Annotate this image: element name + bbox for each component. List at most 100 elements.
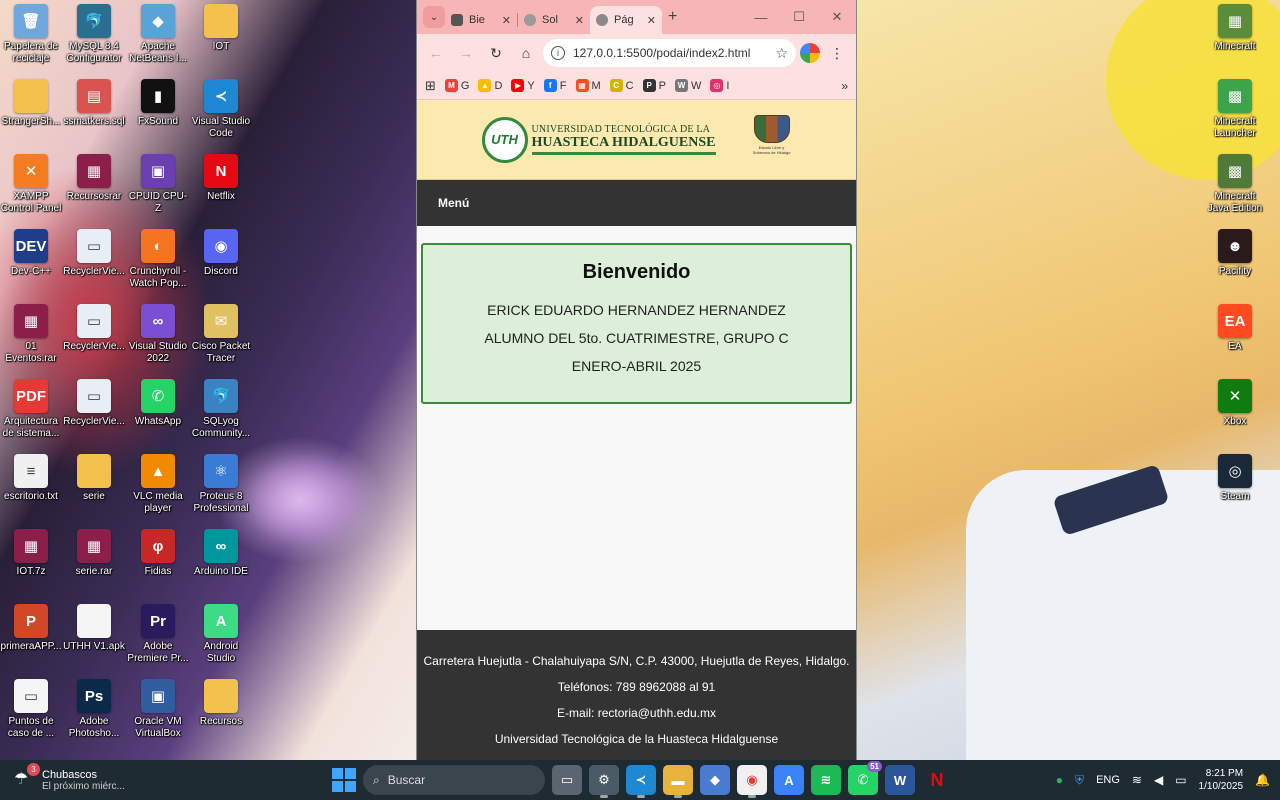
bookmarks-overflow-icon[interactable]: » <box>841 79 848 93</box>
desktop-shortcut[interactable]: PDF Arquitectura de sistema... <box>0 379 62 440</box>
desktop-shortcut[interactable]: ✕ Xbox <box>1204 379 1266 428</box>
desktop-shortcut[interactable]: ▦ IOT.7z <box>0 529 62 578</box>
tab-close-icon[interactable]: ✕ <box>575 14 584 27</box>
desktop-shortcut[interactable]: ▣ Oracle VM VirtualBox <box>127 679 189 740</box>
desktop-shortcut[interactable]: ▭ RecyclerVie... <box>63 304 125 353</box>
bookmark-item[interactable]: ▶ Y <box>511 79 535 92</box>
desktop-shortcut[interactable]: serie <box>63 454 125 503</box>
desktop-shortcut[interactable]: ▦ 01 Eventos.rar <box>0 304 62 365</box>
desktop-shortcut[interactable]: N Netflix <box>190 154 252 203</box>
desktop-shortcut[interactable]: UTHH V1.apk <box>63 604 125 653</box>
tab-2[interactable]: Sol ✕ <box>518 6 590 34</box>
bookmark-item[interactable]: ◎ I <box>710 79 729 92</box>
desktop-shortcut[interactable]: ∞ Visual Studio 2022 <box>127 304 189 365</box>
browser-menu-button[interactable]: ⋮ <box>824 40 850 66</box>
desktop-shortcut[interactable]: ✉ Cisco Packet Tracer <box>190 304 252 365</box>
weather-widget[interactable]: ☂ 3 Chubascos El próximo miérc... <box>14 763 125 792</box>
language-indicator[interactable]: ENG <box>1096 774 1120 786</box>
site-info-icon[interactable]: i <box>551 46 565 60</box>
desktop-shortcut[interactable]: ▩ Minecraft Java Edition <box>1204 154 1266 215</box>
desktop-shortcut[interactable]: ◉ Discord <box>190 229 252 278</box>
taskbar-search[interactable]: ⌕ Buscar <box>363 765 545 795</box>
forward-button[interactable]: → <box>453 40 479 66</box>
tab-close-icon[interactable]: ✕ <box>502 14 511 27</box>
volume-icon[interactable]: ◀ <box>1154 773 1163 787</box>
back-button[interactable]: ← <box>423 40 449 66</box>
bookmark-item[interactable]: CC <box>609 79 634 92</box>
spotify-tray-icon[interactable]: ● <box>1056 773 1063 787</box>
notification-bell-icon[interactable]: 🔔 <box>1255 773 1270 787</box>
desktop-shortcut[interactable]: A Android Studio <box>190 604 252 665</box>
bookmark-item[interactable]: fF <box>543 79 567 92</box>
desktop-shortcut[interactable]: PprimeraAPP... <box>0 604 62 653</box>
desktop-shortcut[interactable]: ≺ Visual Studio Code <box>190 79 252 140</box>
tab-close-icon[interactable]: ✕ <box>647 14 656 27</box>
clock[interactable]: 8:21 PM 1/10/2025 <box>1199 767 1244 793</box>
tab-search-button[interactable]: ⌄ <box>423 6 445 28</box>
desktop-shortcut[interactable]: ▮ FxSound <box>127 79 189 128</box>
desktop-shortcut[interactable]: StrangerSh... <box>0 79 62 128</box>
desktop-shortcut[interactable]: 🐬 MySQL 8.4 Configurator <box>63 4 125 65</box>
desktop-shortcut[interactable]: EA EA <box>1204 304 1266 353</box>
chrome-icon[interactable]: ◉ <box>737 765 767 798</box>
bookmark-item[interactable]: ▲ D <box>478 79 502 92</box>
virtualbox-taskbar-icon[interactable]: ◆ <box>700 765 730 795</box>
desktop-shortcut[interactable]: IOT <box>190 4 252 53</box>
tab-3-active[interactable]: Pág ✕ <box>590 6 662 34</box>
desktop-shortcut[interactable]: Recursos <box>190 679 252 728</box>
apps-grid-icon[interactable]: ⊞ <box>425 78 436 94</box>
address-bar[interactable]: i 127.0.0.1:5500/podai/index2.html ☆ <box>543 39 796 67</box>
desktop-shortcut[interactable]: ≡ escritorio.txt <box>0 454 62 503</box>
desktop-shortcut[interactable]: ▭ Puntos de caso de ... <box>0 679 62 740</box>
desktop-shortcut[interactable]: ▭ RecyclerVie... <box>63 229 125 278</box>
bookmark-star-icon[interactable]: ☆ <box>775 45 788 62</box>
defender-tray-icon[interactable]: ⛨ <box>1075 773 1084 788</box>
desktop-shortcut[interactable]: 🐬 SQLyog Community... <box>190 379 252 440</box>
desktop-shortcut[interactable]: ▭ RecyclerVie... <box>63 379 125 428</box>
extension-icon[interactable] <box>800 43 820 63</box>
desktop-shortcut[interactable]: ✆ WhatsApp <box>127 379 189 428</box>
bookmark-item[interactable]: WW <box>674 79 701 92</box>
desktop-shortcut[interactable]: φ Fidias <box>127 529 189 578</box>
word-icon[interactable]: W <box>885 765 915 795</box>
file-explorer-icon[interactable]: ▬ <box>663 765 693 798</box>
home-button[interactable]: ⌂ <box>513 40 539 66</box>
desktop-shortcut[interactable]: ∞ Arduino IDE <box>190 529 252 578</box>
desktop-shortcut[interactable]: ☻ Pacifity <box>1204 229 1266 278</box>
start-button[interactable] <box>332 768 356 792</box>
maximize-button[interactable]: ☐ <box>780 0 818 34</box>
desktop-shortcut[interactable]: ◐ Crunchyroll - Watch Pop... <box>127 229 189 290</box>
desktop-shortcut[interactable]: ◆ Apache NetBeans I... <box>127 4 189 65</box>
bookmark-item[interactable]: ▦ M <box>575 79 601 92</box>
desktop-shortcut[interactable]: ▦ Recursosrar <box>63 154 125 203</box>
whatsapp-taskbar-icon[interactable]: ✆ 51 <box>848 761 882 795</box>
desktop-shortcut[interactable]: ▲ VLC media player <box>127 454 189 515</box>
desktop-shortcut[interactable]: ⚛ Proteus 8 Professional <box>190 454 252 515</box>
bookmark-item[interactable]: MG <box>444 79 469 92</box>
desktop-shortcut[interactable]: ✕ XAMPP Control Panel <box>0 154 62 215</box>
wifi-icon[interactable]: ≋ <box>1132 773 1142 787</box>
desktop-shortcut[interactable]: Ps Adobe Photosho... <box>63 679 125 740</box>
reload-button[interactable]: ↻ <box>483 40 509 66</box>
android-studio-taskbar-icon[interactable]: A <box>774 765 804 795</box>
desktop-shortcut[interactable]: Pr Adobe Premiere Pr... <box>127 604 189 665</box>
desktop-shortcut[interactable]: ▩ Minecraft Launcher <box>1204 79 1266 140</box>
close-window-button[interactable]: ✕ <box>818 0 856 34</box>
settings-gear-icon[interactable]: ⚙ <box>589 765 619 798</box>
vscode-taskbar-icon[interactable]: ≺ <box>626 765 656 798</box>
desktop-shortcut[interactable]: ▤ ssmatkers.sql <box>63 79 125 128</box>
desktop-shortcut[interactable]: ▣ CPUID CPU-Z <box>127 154 189 215</box>
task-view-icon[interactable]: ▭ <box>552 765 582 795</box>
new-tab-button[interactable]: + <box>668 8 677 26</box>
minimize-button[interactable]: — <box>742 0 780 34</box>
bookmark-item[interactable]: PP <box>642 79 666 92</box>
spotify-icon[interactable]: ≋ <box>811 765 841 795</box>
desktop-shortcut[interactable]: ▦ Minecraft <box>1204 4 1266 53</box>
netflix-taskbar-icon[interactable]: N <box>922 765 952 795</box>
battery-icon[interactable]: ▭ <box>1175 773 1186 787</box>
tab-1[interactable]: Bie ✕ <box>445 6 517 34</box>
desktop-shortcut[interactable]: ◎ Steam <box>1204 454 1266 503</box>
desktop-shortcut[interactable]: ▦ serie.rar <box>63 529 125 578</box>
nav-menu-link[interactable]: Menú <box>438 196 469 210</box>
desktop-shortcut[interactable]: DEV Dev-C++ <box>0 229 62 278</box>
